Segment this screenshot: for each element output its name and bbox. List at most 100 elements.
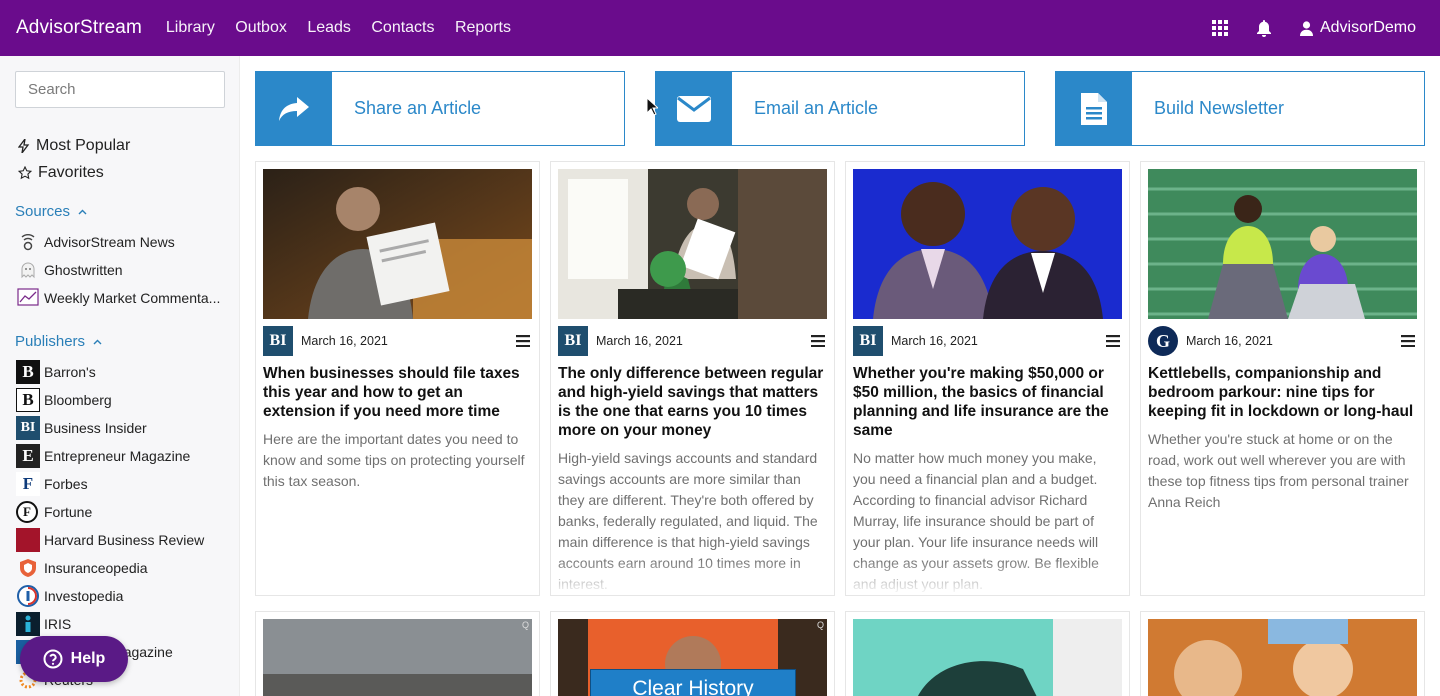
article-card[interactable] xyxy=(845,611,1130,696)
publisher-item[interactable]: B Bloomberg xyxy=(16,386,204,414)
bloomberg-logo-icon: B xyxy=(16,388,40,412)
article-title[interactable]: The only difference between regular and … xyxy=(558,364,830,440)
sidebar: Most Popular Favorites Sources AdvisorSt… xyxy=(0,56,240,696)
bolt-icon xyxy=(18,138,30,153)
help-button[interactable]: Help xyxy=(20,636,128,682)
quick-filters: Most Popular Favorites xyxy=(18,132,130,186)
chevron-up-icon xyxy=(78,209,87,214)
most-popular-link[interactable]: Most Popular xyxy=(18,132,130,159)
user-menu[interactable]: AdvisorDemo xyxy=(1299,19,1416,37)
article-image[interactable] xyxy=(263,619,532,696)
publishers-label: Publishers xyxy=(15,333,86,350)
hamburger-menu-icon[interactable] xyxy=(1401,335,1415,347)
question-circle-icon xyxy=(43,649,63,669)
help-label: Help xyxy=(70,650,106,667)
iris-logo-icon xyxy=(16,612,40,636)
grid-icon[interactable] xyxy=(1211,20,1228,36)
article-image[interactable] xyxy=(263,169,532,319)
hamburger-menu-icon[interactable] xyxy=(516,335,530,347)
top-right-controls: AdvisorDemo xyxy=(1211,19,1440,37)
article-image[interactable] xyxy=(558,169,827,319)
fortune-logo-icon: F xyxy=(16,501,38,523)
summary-fade xyxy=(551,559,834,595)
nav-leads[interactable]: Leads xyxy=(307,19,351,36)
source-label: Ghostwritten xyxy=(44,262,123,278)
build-newsletter-label: Build Newsletter xyxy=(1154,98,1285,118)
article-image[interactable] xyxy=(1148,619,1417,696)
publisher-label: Insuranceopedia xyxy=(44,560,148,576)
article-image[interactable] xyxy=(853,619,1122,696)
q-badge: Q xyxy=(816,620,824,630)
forbes-logo-icon: F xyxy=(16,472,40,496)
publisher-label: Barron's xyxy=(44,364,96,380)
article-card[interactable] xyxy=(1140,611,1425,696)
publisher-item[interactable]: BI Business Insider xyxy=(16,414,204,442)
publisher-item[interactable]: F Fortune xyxy=(16,498,204,526)
article-date: March 16, 2021 xyxy=(596,334,683,348)
nav-reports[interactable]: Reports xyxy=(455,19,511,36)
publisher-label: Entrepreneur Magazine xyxy=(44,448,191,464)
article-summary: Whether you're stuck at home or on the r… xyxy=(1148,431,1409,510)
nav-outbox[interactable]: Outbox xyxy=(235,19,287,36)
share-article-label: Share an Article xyxy=(354,98,482,118)
article-meta: BI March 16, 2021 xyxy=(263,326,532,356)
publisher-label: Business Insider xyxy=(44,420,147,436)
source-label: AdvisorStream News xyxy=(44,234,175,250)
nav-contacts[interactable]: Contacts xyxy=(371,19,434,36)
article-card[interactable]: G March 16, 2021 Kettlebells, companions… xyxy=(1140,161,1425,596)
article-image[interactable] xyxy=(853,169,1122,319)
business-insider-logo-icon: BI xyxy=(16,416,40,440)
build-newsletter-button[interactable]: Build Newsletter xyxy=(1055,71,1425,146)
publisher-item[interactable]: Insuranceopedia xyxy=(16,554,204,582)
search-input[interactable] xyxy=(15,71,225,108)
article-title[interactable]: Kettlebells, companionship and bedroom p… xyxy=(1148,364,1420,421)
publisher-item[interactable]: F Forbes xyxy=(16,470,204,498)
sources-toggle[interactable]: Sources xyxy=(15,203,87,220)
user-icon xyxy=(1299,20,1313,36)
publisher-item[interactable]: IRIS xyxy=(16,610,204,638)
article-title[interactable]: When businesses should file taxes this y… xyxy=(263,364,535,421)
brand-logo[interactable]: AdvisorStream xyxy=(16,17,142,39)
clear-history-button[interactable]: Clear History xyxy=(590,669,796,696)
publishers-toggle[interactable]: Publishers xyxy=(15,333,102,350)
mouse-cursor-icon xyxy=(646,97,658,116)
share-icon xyxy=(256,72,332,145)
insuranceopedia-logo-icon xyxy=(16,556,40,580)
share-article-button[interactable]: Share an Article xyxy=(255,71,625,146)
publisher-label: Fortune xyxy=(44,504,93,520)
hamburger-menu-icon[interactable] xyxy=(811,335,825,347)
sources-label: Sources xyxy=(15,203,71,220)
article-card[interactable]: BI March 16, 2021 When businesses should… xyxy=(255,161,540,596)
source-item[interactable]: Ghostwritten xyxy=(16,256,220,284)
article-image[interactable] xyxy=(1148,169,1417,319)
publisher-item[interactable]: Investopedia xyxy=(16,582,204,610)
favorites-label: Favorites xyxy=(38,163,104,181)
publisher-item[interactable]: E Entrepreneur Magazine xyxy=(16,442,204,470)
article-card[interactable]: Q xyxy=(255,611,540,696)
user-name: AdvisorDemo xyxy=(1319,19,1416,36)
q-badge: Q xyxy=(521,620,529,630)
source-item[interactable]: Weekly Market Commenta... xyxy=(16,284,220,312)
publisher-item[interactable]: B Barron's xyxy=(16,358,204,386)
summary-fade xyxy=(846,559,1129,595)
chevron-up-icon xyxy=(93,339,102,344)
most-popular-label: Most Popular xyxy=(36,136,131,154)
source-item[interactable]: AdvisorStream News xyxy=(16,228,220,256)
hamburger-menu-icon[interactable] xyxy=(1106,335,1120,347)
article-meta: BI March 16, 2021 xyxy=(558,326,827,356)
hbr-logo-icon xyxy=(16,528,40,552)
bell-icon[interactable] xyxy=(1256,19,1272,37)
nav-library[interactable]: Library xyxy=(166,19,215,36)
publisher-item[interactable]: Harvard Business Review xyxy=(16,526,204,554)
business-insider-logo-icon: BI xyxy=(263,326,293,356)
publisher-label: IRIS xyxy=(44,616,72,632)
main-nav: Library Outbox Leads Contacts Reports xyxy=(166,19,527,37)
favorites-link[interactable]: Favorites xyxy=(18,159,130,186)
article-card[interactable]: BI March 16, 2021 Whether you're making … xyxy=(845,161,1130,596)
article-card[interactable]: BI March 16, 2021 The only difference be… xyxy=(550,161,835,596)
article-title[interactable]: Whether you're making $50,000 or $50 mil… xyxy=(853,364,1125,440)
email-article-button[interactable]: Email an Article xyxy=(655,71,1025,146)
ghost-icon xyxy=(16,258,40,282)
publisher-label: Forbes xyxy=(44,476,88,492)
source-label: Weekly Market Commenta... xyxy=(44,290,221,306)
